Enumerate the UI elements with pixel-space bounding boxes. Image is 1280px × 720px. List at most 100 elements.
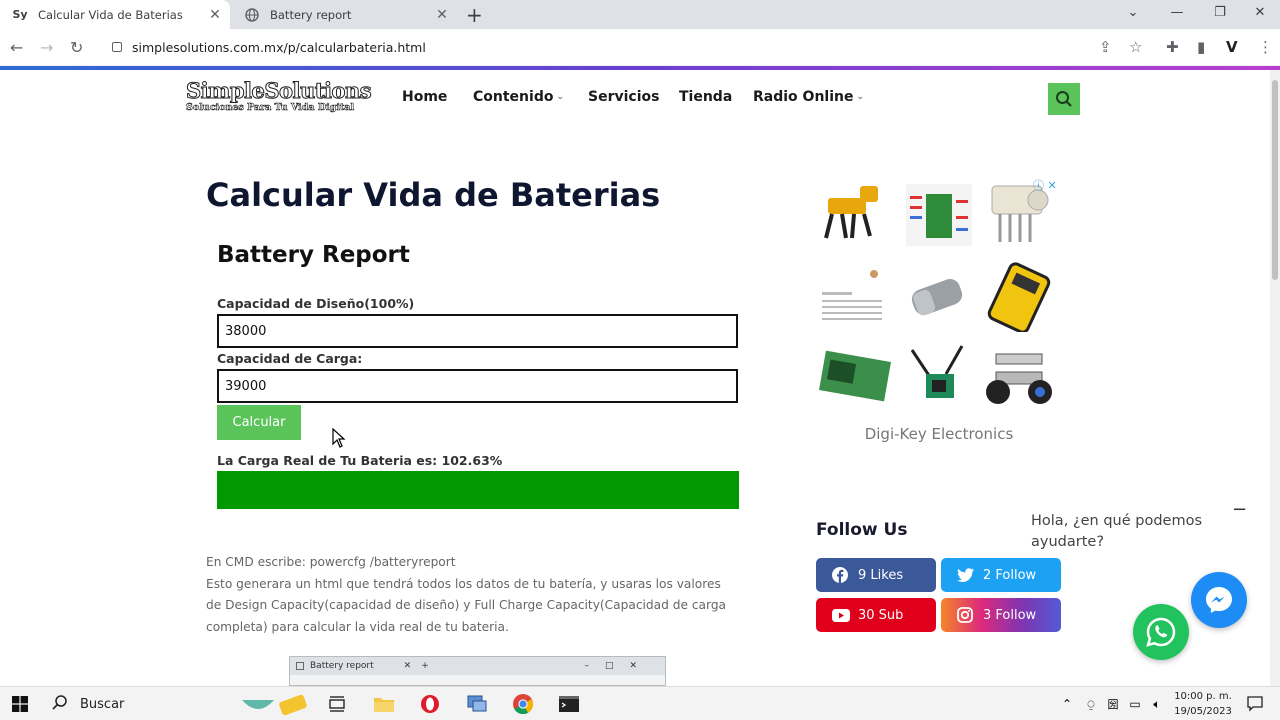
network-icon[interactable]: ▭ <box>1126 693 1144 715</box>
close-icon: ✕ <box>403 661 412 671</box>
taskbar-search[interactable]: Buscar <box>52 693 232 715</box>
profile-icon[interactable]: V <box>1226 38 1238 56</box>
close-tab-icon[interactable]: ✕ <box>204 7 226 23</box>
volume-icon[interactable]: 🔈︎ <box>1148 693 1166 715</box>
facebook-button[interactable]: 9 Likes <box>816 558 936 592</box>
nav-home[interactable]: Home <box>402 89 447 105</box>
charge-capacity-input[interactable] <box>217 369 738 403</box>
taskbar-clock[interactable]: 10:00 p. m. 19/05/2023 <box>1168 689 1238 719</box>
robot-car-image <box>986 353 1052 404</box>
language-icon[interactable]: 圀 <box>1104 693 1122 715</box>
circuit-board-image <box>819 350 891 402</box>
mouse-cursor-icon <box>332 428 346 448</box>
chat-minimize-icon[interactable]: − <box>1232 499 1247 520</box>
report-title: Battery Report <box>217 242 410 268</box>
sensor-module-image <box>910 345 964 398</box>
file-explorer-icon[interactable] <box>372 693 396 715</box>
search-button[interactable] <box>1048 83 1080 115</box>
instruction-line-2: Esto generara un html que tendrá todos l… <box>206 576 727 634</box>
extensions-icon[interactable]: ✚ <box>1166 38 1179 56</box>
search-icon <box>52 694 68 714</box>
meet-now-icon[interactable]: ⍜ <box>1082 693 1100 715</box>
twitter-button[interactable]: 2 Follow <box>941 558 1061 592</box>
chevron-up-icon[interactable]: ⌃ <box>1058 693 1076 715</box>
robot-dog-image <box>824 186 878 239</box>
nav-contenido[interactable]: Contenido ⌄ <box>473 89 564 105</box>
page-scrollbar[interactable] <box>1270 70 1280 686</box>
charge-capacity-label: Capacidad de Carga: <box>217 351 363 366</box>
logo-tagline: Soluciones Para Tu Vida Digital <box>186 102 355 114</box>
windows-start-icon[interactable] <box>10 693 30 715</box>
search-icon <box>1056 91 1072 107</box>
youtube-button[interactable]: 30 Sub <box>816 598 936 632</box>
lock-icon <box>112 42 122 52</box>
new-tab-icon: + <box>421 661 429 671</box>
messenger-icon <box>1206 587 1232 613</box>
nav-tienda[interactable]: Tienda <box>679 89 732 105</box>
back-icon[interactable]: ← <box>10 38 23 57</box>
chevron-down-icon: ⌄ <box>556 92 564 102</box>
network-computer-icon[interactable] <box>464 693 490 715</box>
nav-radio-online[interactable]: Radio Online ⌄ <box>753 89 864 105</box>
opera-icon[interactable] <box>418 693 442 715</box>
label-printer-image <box>987 262 1051 332</box>
close-tab-icon[interactable]: ✕ <box>431 7 453 23</box>
progress-accent-line <box>0 66 1280 70</box>
page-icon <box>296 662 304 670</box>
twitter-count: 2 Follow <box>983 567 1037 583</box>
ad-advertiser[interactable]: Digi-Key Electronics <box>816 425 1062 443</box>
battery-health-fill <box>217 471 739 509</box>
browser-toolbar: ← → ↻ simplesolutions.com.mx/p/calcularb… <box>0 29 1280 66</box>
instagram-button[interactable]: 3 Follow <box>941 598 1061 632</box>
datasheet-image <box>822 270 882 320</box>
facebook-icon <box>832 567 850 583</box>
terminal-icon[interactable] <box>556 693 582 715</box>
site-logo[interactable]: SimpleSolutions Soluciones Para Tu Vida … <box>186 78 373 118</box>
menu-dots-icon[interactable]: ⋮ <box>1258 38 1273 56</box>
minimize-icon[interactable]: — <box>1157 0 1197 29</box>
dc-motor-image <box>911 279 963 316</box>
new-tab-icon[interactable]: + <box>466 3 483 27</box>
design-capacity-label: Capacidad de Diseño(100%) <box>217 296 415 311</box>
youtube-icon <box>832 608 850 622</box>
weather-widget-icon[interactable] <box>240 693 310 716</box>
nav-servicios[interactable]: Servicios <box>588 89 659 105</box>
ad-banner[interactable] <box>816 176 1062 416</box>
side-panel-icon[interactable]: ▮ <box>1197 38 1205 56</box>
forward-icon[interactable]: → <box>40 38 53 57</box>
reload-icon[interactable]: ↻ <box>70 38 83 57</box>
instruction-line-1: En CMD escribe: powercfg /batteryreport <box>206 555 456 569</box>
address-bar[interactable]: simplesolutions.com.mx/p/calcularbateria… <box>100 33 1160 61</box>
facebook-count: 9 Likes <box>858 567 904 583</box>
bookmark-star-icon[interactable]: ☆ <box>1129 38 1142 56</box>
follow-us-heading: Follow Us <box>816 520 908 540</box>
tab-title: Battery report <box>270 7 352 22</box>
mini-tab-title: Battery report <box>310 661 374 671</box>
instagram-count: 3 Follow <box>983 607 1037 623</box>
scrollbar-thumb[interactable] <box>1272 80 1278 280</box>
instructions-text: En CMD escribe: powercfg /batteryreport … <box>206 552 736 638</box>
tab-battery-report[interactable]: Battery report ✕ <box>232 0 457 29</box>
tab-calcular[interactable]: Sy Calcular Vida de Baterias ✕ <box>0 0 230 29</box>
logo-title: SimpleSolutions <box>186 78 373 103</box>
raspberry-pi-pinout-image <box>906 184 972 246</box>
site-favicon: Sy <box>12 8 28 21</box>
chrome-icon[interactable] <box>510 693 536 715</box>
globe-icon <box>244 7 260 23</box>
youtube-count: 30 Sub <box>858 607 904 623</box>
restore-icon[interactable]: ❐ <box>1200 0 1240 29</box>
chevron-down-icon: ⌄ <box>856 92 865 102</box>
ad-info-icon[interactable]: ⓘ ✕ <box>1033 177 1057 193</box>
clock-time: 10:00 p. m. <box>1174 691 1232 702</box>
calculate-button[interactable]: Calcular <box>217 405 301 440</box>
task-view-icon[interactable] <box>326 693 348 715</box>
tab-search-icon[interactable]: ⌄ <box>1113 0 1153 29</box>
battery-report-screenshot: Battery report ✕ + –□✕ <box>289 656 666 686</box>
whatsapp-button[interactable] <box>1133 604 1189 660</box>
notification-icon[interactable] <box>1244 693 1266 715</box>
share-icon[interactable]: ⇪ <box>1099 38 1112 56</box>
close-window-icon[interactable]: ✕ <box>1240 0 1280 29</box>
messenger-button[interactable] <box>1191 572 1247 628</box>
design-capacity-input[interactable] <box>217 314 738 348</box>
instagram-icon <box>957 607 975 623</box>
